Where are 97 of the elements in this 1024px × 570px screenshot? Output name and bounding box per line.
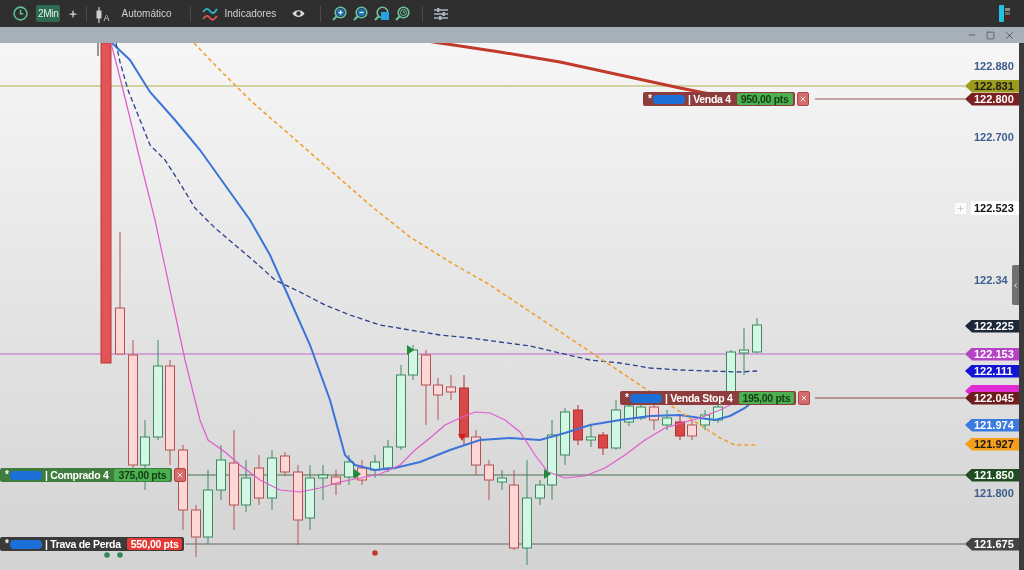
price-tag: 121.675 [965, 537, 1019, 551]
order-marker: * [5, 538, 9, 550]
cursor-price-label: 122.523 [971, 201, 1019, 215]
dot-marker-icon [372, 550, 378, 556]
close-button[interactable] [1004, 29, 1015, 41]
redaction-mark-icon [652, 94, 685, 104]
price-tick-label: 122.880 [974, 60, 1014, 73]
candle [241, 459, 251, 513]
candle [573, 404, 583, 446]
candle [687, 419, 697, 441]
candle [598, 431, 608, 456]
order-text: | Trava de Perda [44, 538, 121, 550]
candlestick-icon [96, 6, 103, 23]
points-badge: 950,00 pts [736, 93, 793, 105]
close-icon [176, 471, 185, 479]
order-text: | Comprado 4 [44, 469, 109, 481]
price-tag: 122.111 [965, 364, 1019, 378]
order-text: | Venda Stop 4 [664, 392, 733, 404]
dot-marker-icon [104, 552, 110, 558]
candle [280, 451, 290, 477]
close-icon [798, 95, 807, 103]
candle [752, 317, 762, 354]
candle [713, 404, 723, 424]
zoom-in-icon[interactable] [332, 6, 348, 21]
candle [497, 469, 507, 491]
order-marker: * [648, 93, 652, 105]
candle [254, 454, 264, 506]
candle [739, 327, 749, 376]
chevron-left-icon [1012, 281, 1019, 289]
sliders-icon[interactable] [434, 7, 449, 20]
candle [586, 424, 596, 448]
price-tag: 122.831 [965, 79, 1019, 93]
zoom-reset-icon[interactable] [395, 6, 411, 21]
triangle-marker-icon [544, 469, 551, 479]
candle [611, 399, 621, 451]
candle [383, 439, 393, 473]
cancel-order-button[interactable] [798, 391, 811, 405]
candle [370, 454, 380, 479]
indicators-button[interactable]: Indicadores [201, 6, 277, 21]
candle [675, 414, 685, 441]
candle [484, 459, 494, 501]
order-text: | Venda 4 [687, 93, 731, 105]
scale-mode-button[interactable]: Automático [121, 6, 172, 21]
cancel-order-button[interactable] [796, 92, 809, 106]
candle [649, 403, 659, 431]
candle [344, 454, 354, 486]
points-badge: 375,00 pts [114, 469, 171, 481]
triangle-marker-icon [458, 434, 466, 441]
candle [331, 469, 341, 496]
price-tick-label: 121.800 [974, 487, 1014, 500]
triangle-marker-icon [407, 345, 414, 355]
zoom-area-icon[interactable] [374, 6, 390, 21]
price-tag: 121.850 [965, 468, 1019, 482]
candle [446, 374, 456, 401]
candle [662, 409, 672, 431]
points-badge: 195,00 pts [738, 392, 795, 404]
crosshair-icon [955, 202, 966, 214]
price-tag: 122.800 [965, 92, 1019, 106]
redaction-mark-icon [9, 539, 42, 549]
close-icon [800, 394, 809, 402]
candle [267, 449, 277, 511]
wave-lines-icon [201, 6, 218, 21]
triangle-marker-icon [354, 469, 361, 479]
clock-icon[interactable] [13, 6, 28, 21]
candle [305, 464, 315, 531]
points-badge: 550,00 pts [126, 538, 183, 550]
close-icon [1004, 29, 1015, 41]
price-tag: 121.927 [965, 437, 1019, 451]
candle [471, 429, 481, 476]
candle [318, 464, 328, 501]
candle [700, 409, 710, 431]
price-tick-label: 122.700 [974, 131, 1014, 144]
candle [216, 444, 226, 501]
order-marker: * [5, 469, 9, 481]
candle [191, 504, 201, 558]
price-tag: 122.225 [965, 319, 1019, 333]
candle [459, 374, 469, 446]
dot-marker-icon [117, 552, 123, 558]
redaction-mark-icon [9, 470, 42, 480]
candle [408, 344, 418, 381]
plus-icon[interactable] [68, 8, 79, 19]
price-tick-label: 122.34 [974, 274, 1008, 287]
order-marker: * [625, 392, 629, 404]
candle [535, 479, 545, 506]
price-tag: 122.153 [965, 347, 1019, 361]
redaction-mark-icon [629, 393, 662, 403]
candle [560, 407, 570, 466]
chart-type-button[interactable]: A [96, 4, 110, 23]
eye-icon[interactable] [292, 9, 306, 18]
maximize-icon [986, 30, 995, 40]
cancel-order-button[interactable] [174, 468, 187, 482]
candle [433, 377, 443, 421]
timeframe-button[interactable]: 2Min [36, 5, 61, 22]
level-bars-icon[interactable] [999, 5, 1010, 22]
price-tag: 121.974 [965, 418, 1019, 432]
zoom-out-icon[interactable] [353, 6, 369, 21]
candle [624, 402, 634, 427]
